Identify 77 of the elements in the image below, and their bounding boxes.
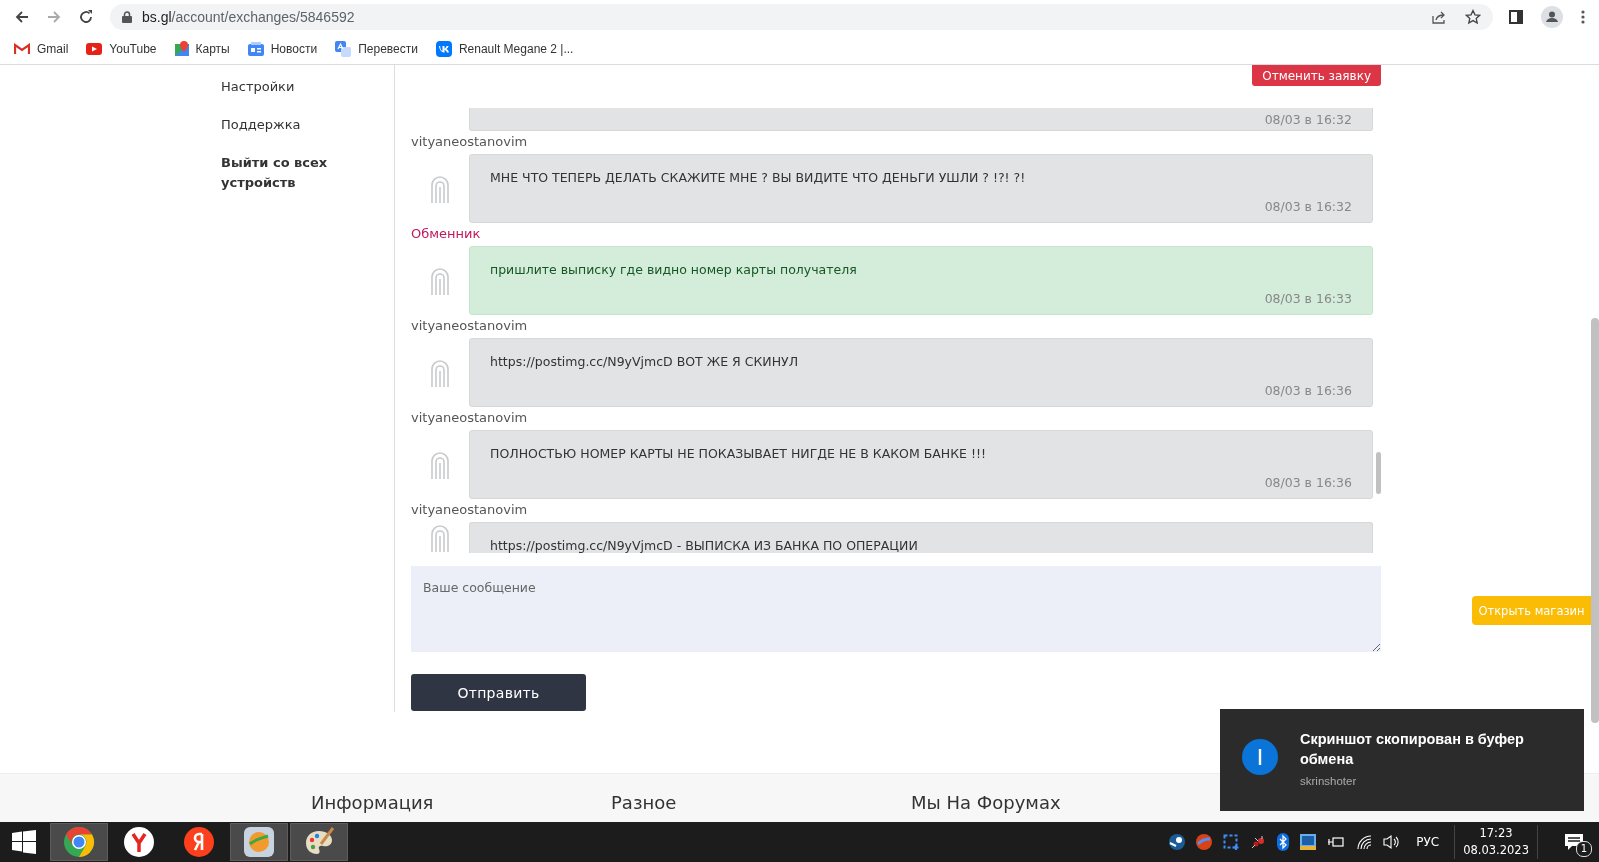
- reload-icon[interactable]: [78, 9, 94, 25]
- avatar-icon: [430, 175, 450, 203]
- clock[interactable]: 17:23 08.03.2023: [1454, 825, 1538, 859]
- taskbar-app[interactable]: [290, 823, 348, 861]
- author-name: vityaneostanovim: [411, 317, 529, 335]
- taskbar-app[interactable]: [50, 823, 108, 861]
- author-name: vityaneostanovim: [411, 409, 529, 427]
- volume-icon[interactable]: [1383, 834, 1402, 850]
- bookmark-star-icon[interactable]: [1465, 9, 1481, 25]
- bookmark-link[interactable]: Карты: [174, 41, 230, 57]
- game-launcher-icon[interactable]: [1169, 834, 1186, 850]
- footer-heading: Разное: [611, 791, 678, 815]
- mail-icon: [14, 43, 30, 55]
- message-time: 08/03 в 16:32: [1264, 199, 1352, 214]
- address-bar[interactable]: bs.gl/account/exchanges/5846592: [110, 4, 1493, 30]
- notification-count: 1: [1576, 841, 1592, 857]
- bookmark-link[interactable]: YouTube: [86, 42, 157, 56]
- lock-icon: [122, 11, 132, 23]
- message-text: МНЕ ЧТО ТЕПЕРЬ ДЕЛАТЬ СКАЖИТЕ МНЕ ? ВЫ ВИДИТЕ ЧТО ДЕНЬГИ УШЛИ ? !?! ?!: [490, 170, 1026, 185]
- browser-icon: [123, 826, 155, 858]
- sidebar-link[interactable]: Поддержка: [221, 115, 394, 135]
- bookmark-link[interactable]: Renault Megane 2 |...: [435, 41, 574, 57]
- author-name: Обменник: [411, 225, 482, 243]
- message-input[interactable]: Ваше сообщение: [411, 566, 1381, 652]
- bookmark-link[interactable]: Gmail: [14, 42, 69, 56]
- sidebar-link[interactable]: Настройки: [221, 77, 394, 97]
- bookmark-link[interactable]: Перевести: [335, 41, 418, 57]
- author-name: vityaneostanovim: [411, 501, 529, 519]
- wifi-icon[interactable]: [1356, 834, 1373, 850]
- url-text: bs.gl/account/exchanges/5846592: [142, 9, 355, 25]
- footer-heading: Мы На Форумах: [911, 791, 1062, 815]
- message-time: 08/03 в 16:33: [1264, 291, 1352, 306]
- back-icon[interactable]: [14, 9, 30, 25]
- info-icon: [1242, 739, 1278, 775]
- page-scrollbar-thumb[interactable]: [1591, 318, 1599, 723]
- avatar-icon: [430, 359, 450, 387]
- message-text: https://postimg.cc/N9yVjmcD - ВЫПИСКА ИЗ БАНКА ПО ОПЕРАЦИИ: [490, 538, 918, 553]
- browser-icon: [63, 826, 95, 858]
- footer-heading: Информация: [311, 791, 435, 815]
- profile-icon[interactable]: [1541, 6, 1563, 28]
- message-text: ПОЛНОСТЬЮ НОМЕР КАРТЫ НЕ ПОКАЗЫВАЕТ НИГДЕ НЕ В КАКОМ БАНКЕ !!!: [490, 446, 986, 461]
- bluetooth-icon[interactable]: [1277, 833, 1290, 851]
- message-text: https://postimg.cc/N9yVjmcD ВОТ ЖЕ Я СКИНУЛ: [490, 354, 799, 369]
- sidebar-link[interactable]: Выйти со всех устройств: [221, 153, 331, 193]
- network-app-icon[interactable]: [1300, 834, 1317, 850]
- message-time: 08/03 в 16:32: [1264, 112, 1352, 127]
- side-panel-icon[interactable]: [1509, 10, 1523, 24]
- taskbar-app[interactable]: [230, 823, 288, 861]
- avatar-icon: [430, 267, 450, 295]
- app-tray-icon[interactable]: [1196, 834, 1213, 850]
- notification-center-button[interactable]: 1: [1549, 822, 1599, 862]
- message-time: 08/03 в 16:36: [1264, 475, 1352, 490]
- notification-toast[interactable]: Скриншот скопирован в буфер обмена skrinshoter: [1220, 709, 1584, 811]
- avatar-icon: [430, 451, 450, 479]
- menu-icon[interactable]: [1581, 10, 1585, 24]
- message-text: пришлите выписку где видно номер карты получателя: [490, 262, 857, 277]
- translate-icon: [335, 41, 352, 57]
- message-time: 08/03 в 16:36: [1264, 383, 1352, 398]
- bookmark-link[interactable]: Новости: [247, 42, 318, 56]
- logo-icon: [435, 41, 452, 57]
- app-icon: [244, 827, 274, 857]
- map-pin-icon: [174, 41, 189, 57]
- screenshot-icon[interactable]: [1223, 834, 1240, 850]
- toast-source: skrinshoter: [1300, 775, 1358, 787]
- search-app-icon: [183, 826, 215, 858]
- send-button[interactable]: Отправить: [411, 674, 586, 711]
- share-icon[interactable]: [1431, 9, 1447, 25]
- avatar-icon: [430, 524, 450, 552]
- toast-title: Скриншот скопирован в буфер обмена: [1300, 731, 1524, 767]
- chat-scrollbar-thumb[interactable]: [1376, 452, 1381, 494]
- cancel-request-button[interactable]: Отменить заявку: [1252, 65, 1381, 86]
- language-indicator[interactable]: РУС: [1416, 835, 1440, 849]
- battery-plug-icon[interactable]: [1327, 835, 1346, 849]
- play-icon: [86, 43, 103, 55]
- news-icon: [247, 42, 264, 56]
- author-name: vityaneostanovim: [411, 133, 529, 151]
- windows-icon: [12, 830, 36, 854]
